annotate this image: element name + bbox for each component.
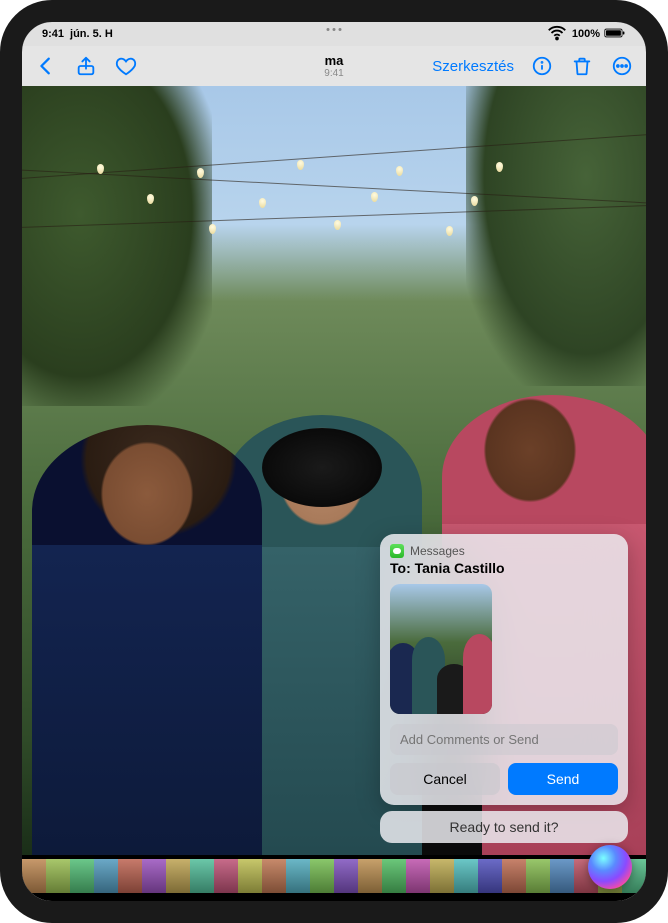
thumbnail[interactable] [262, 859, 286, 893]
cancel-button[interactable]: Cancel [390, 763, 500, 795]
share-button[interactable] [74, 54, 98, 78]
thumbnail[interactable] [430, 859, 454, 893]
thumbnail[interactable] [238, 859, 262, 893]
thumbnail-strip[interactable] [22, 859, 646, 893]
thumbnail[interactable] [70, 859, 94, 893]
thumbnail[interactable] [334, 859, 358, 893]
back-button[interactable] [34, 54, 58, 78]
thumbnail[interactable] [406, 859, 430, 893]
thumbnail[interactable] [478, 859, 502, 893]
thumbnail[interactable] [286, 859, 310, 893]
thumbnail[interactable] [166, 859, 190, 893]
multitask-dots[interactable] [327, 28, 342, 31]
wifi-icon [546, 22, 568, 47]
photos-toolbar: ma 9:41 Szerkesztés [22, 46, 646, 86]
recipient-name: Tania Castillo [415, 560, 505, 576]
info-button[interactable] [530, 54, 554, 78]
siri-orb[interactable] [588, 845, 632, 889]
status-bar: 9:41 jún. 5. H 100% [22, 22, 646, 46]
thumbnail[interactable] [526, 859, 550, 893]
battery-percent: 100% [572, 28, 600, 40]
thumbnail[interactable] [190, 859, 214, 893]
photo-date-header: ma 9:41 [324, 53, 343, 79]
thumbnail[interactable] [22, 859, 46, 893]
siri-messages-sheet: Messages To: Tania Castillo Cancel Send [380, 534, 628, 805]
thumbnail[interactable] [382, 859, 406, 893]
favorite-button[interactable] [114, 54, 138, 78]
thumbnail[interactable] [310, 859, 334, 893]
thumbnail[interactable] [358, 859, 382, 893]
recipient-line: To: Tania Castillo [390, 560, 618, 576]
edit-button[interactable]: Szerkesztés [432, 58, 514, 75]
delete-button[interactable] [570, 54, 594, 78]
battery-icon [604, 22, 626, 47]
status-date: jún. 5. H [70, 28, 113, 40]
thumbnail[interactable] [502, 859, 526, 893]
status-time: 9:41 [42, 28, 64, 40]
photo-date: ma [324, 53, 343, 68]
messages-app-label: Messages [410, 544, 465, 558]
attachment-thumbnail[interactable] [390, 584, 492, 714]
thumbnail[interactable] [142, 859, 166, 893]
messages-app-icon [390, 544, 404, 558]
thumbnail[interactable] [46, 859, 70, 893]
thumbnail[interactable] [94, 859, 118, 893]
thumbnail[interactable] [118, 859, 142, 893]
send-button[interactable]: Send [508, 763, 618, 795]
more-button[interactable] [610, 54, 634, 78]
siri-prompt: Ready to send it? [380, 811, 628, 843]
thumbnail[interactable] [550, 859, 574, 893]
thumbnail[interactable] [454, 859, 478, 893]
comment-input[interactable] [390, 724, 618, 755]
home-indicator[interactable] [279, 894, 389, 898]
photo-time: 9:41 [324, 68, 343, 79]
thumbnail[interactable] [214, 859, 238, 893]
